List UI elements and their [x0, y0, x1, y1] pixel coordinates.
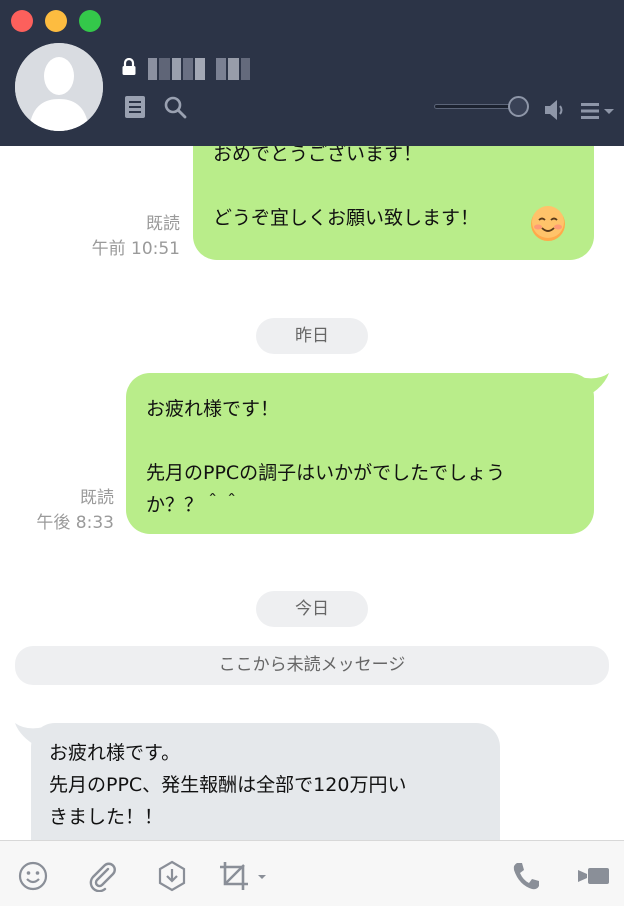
window-minimize-button[interactable] — [45, 10, 67, 32]
search-icon[interactable] — [163, 95, 187, 119]
date-divider: 昨日 — [256, 318, 368, 354]
message-text: おめでとうございます！ どうぞ宜しくお願い致します！ — [213, 146, 480, 229]
emoji-icon[interactable] — [17, 860, 49, 892]
input-toolbar — [0, 840, 624, 906]
date-divider: 今日 — [256, 591, 368, 627]
message-list[interactable]: おめでとうございます！ どうぞ宜しくお願い致します！ 既読 午前 10:51 昨… — [0, 146, 624, 840]
message-time: 午前 10:51 — [91, 239, 180, 259]
note-icon[interactable] — [123, 95, 147, 119]
message-bubble-sent[interactable]: お疲れ様です！ 先月のPPCの調子はいかがでしたでしょう か？？＾＾ — [126, 373, 594, 534]
read-receipt: 既読 — [146, 214, 180, 234]
read-receipt: 既読 — [80, 488, 114, 508]
message-bubble-received[interactable]: お疲れ様です。 先月のPPC、発生報酬は全部で120万円い きました！！ — [31, 723, 500, 840]
message-text: お疲れ様です。 先月のPPC、発生報酬は全部で120万円い きました！！ — [49, 742, 407, 828]
attach-icon[interactable] — [86, 860, 118, 892]
window-zoom-button[interactable] — [79, 10, 101, 32]
chat-header — [0, 0, 624, 146]
window-close-button[interactable] — [11, 10, 33, 32]
keep-icon[interactable] — [156, 860, 188, 892]
message-bubble-sent[interactable]: おめでとうございます！ どうぞ宜しくお願い致します！ — [193, 146, 594, 260]
smiling-face-emoji-icon — [531, 206, 565, 241]
volume-slider-track[interactable] — [434, 104, 518, 109]
contact-avatar[interactable] — [15, 43, 103, 131]
unread-messages-marker: ここから未読メッセージ — [15, 646, 609, 685]
message-time: 午後 8:33 — [36, 513, 114, 533]
menu-icon[interactable] — [580, 101, 616, 121]
message-meta: 既読 午後 8:33 — [0, 486, 114, 536]
contact-name-redacted — [148, 58, 251, 80]
volume-slider-knob[interactable] — [508, 96, 529, 117]
message-text: お疲れ様です！ 先月のPPCの調子はいかがでしたでしょう か？？＾＾ — [146, 398, 506, 516]
volume-icon[interactable] — [544, 99, 568, 121]
lock-icon — [122, 58, 136, 75]
message-meta: 既読 午前 10:51 — [60, 212, 180, 262]
screenshot-icon[interactable] — [218, 860, 268, 892]
default-avatar-icon — [15, 43, 103, 131]
video-call-icon[interactable] — [576, 860, 612, 892]
call-icon[interactable] — [511, 860, 541, 892]
